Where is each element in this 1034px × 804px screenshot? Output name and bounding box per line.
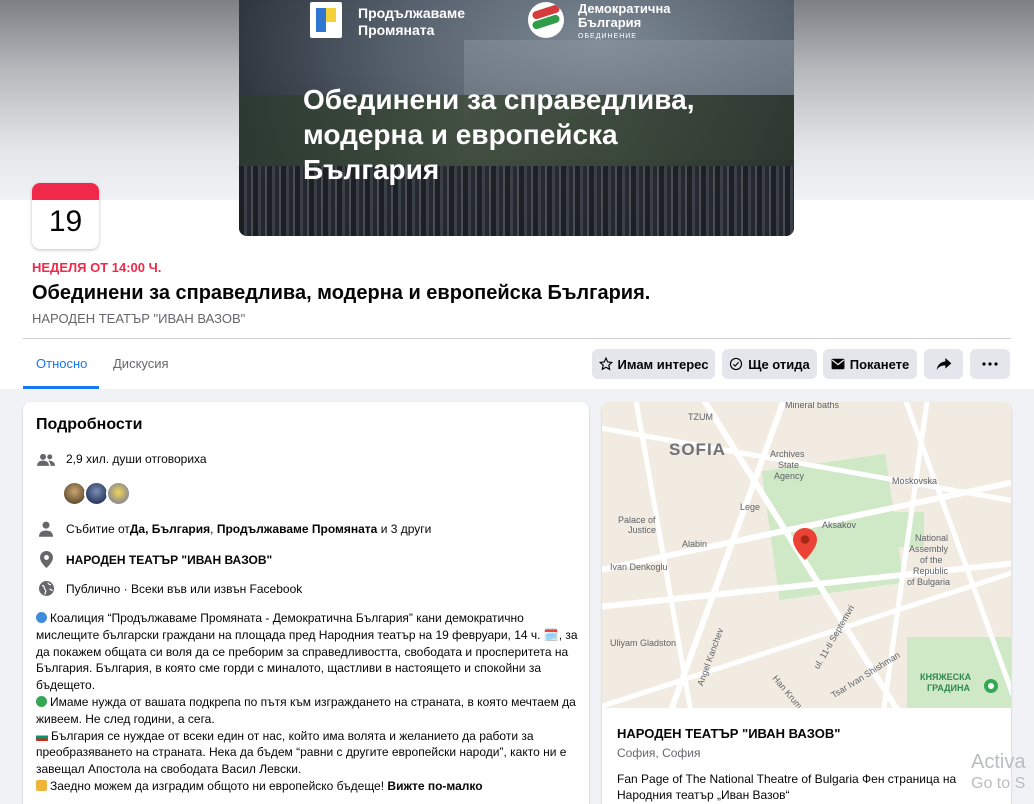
db-logo-icon [528,2,564,38]
cover-photo[interactable]: Продължаваме Промяната Демократична Бълг… [239,0,794,236]
hosts-row: Събитие от Да, България , Продължаваме П… [36,521,431,537]
tab-about[interactable]: Относно [36,356,87,371]
pp-logo-icon [310,2,342,38]
star-icon [598,357,613,371]
going-button[interactable]: Ще отида [722,349,817,379]
globe-icon [38,581,54,596]
activation-watermark: Activa Go to S [971,751,1026,792]
see-less-link[interactable]: Вижте по-малко [387,779,482,793]
venue-city: София, София [617,746,701,760]
location-map[interactable]: Mineral baths TZUM SOFIA Archives State … [602,402,1011,708]
handshake-icon [36,779,47,791]
tab-discussion[interactable]: Дискусия [113,356,169,371]
green-circle-icon [36,695,47,707]
interested-button[interactable]: Имам интерес [592,349,715,379]
responder-avatars[interactable] [62,481,131,506]
person-icon [39,521,53,537]
db-logo-text: Демократична България ОБЕДИНЕНИЕ [578,1,671,41]
calendar-icon: 19 [32,183,99,249]
invite-button[interactable]: Поканете [823,349,917,379]
venue-description: Fan Page of The National Theatre of Bulg… [617,772,957,802]
check-circle-icon [730,357,743,371]
location-row: НАРОДЕН ТЕАТЪР "ИВАН ВАЗОВ" [36,551,272,568]
other-hosts-link[interactable]: и 3 други [377,522,432,536]
venue-card: Mineral baths TZUM SOFIA Archives State … [602,402,1011,804]
share-button[interactable] [924,349,963,379]
calendar-day: 19 [48,205,83,238]
blue-circle-icon [36,612,47,623]
more-dots-icon [982,362,998,366]
tab-active-indicator [23,386,99,389]
host-pp-link[interactable]: Продължаваме Промяната [217,522,378,536]
location-link[interactable]: НАРОДЕН ТЕАТЪР "ИВАН ВАЗОВ" [66,553,272,567]
event-date: НЕДЕЛЯ ОТ 14:00 Ч. [32,260,162,275]
privacy-row: Публично · Всеки във или извън Facebook [36,581,302,596]
map-city-label: SOFIA [669,440,726,459]
location-pin-icon [39,551,53,568]
park-marker-icon [984,679,998,693]
responded-row: 2,9 хил. души отговориха [36,452,207,466]
host-da-bulgaria-link[interactable]: Да, България [130,522,210,536]
avatar[interactable] [106,481,131,506]
envelope-icon [831,358,845,370]
details-heading: Подробности [36,416,143,433]
pp-logo-text: Продължаваме Промяната [358,5,466,38]
venue-name[interactable]: НАРОДЕН ТЕАТЪР "ИВАН ВАЗОВ" [617,726,840,741]
people-icon [37,453,55,466]
header-divider [23,338,1011,339]
share-arrow-icon [936,358,951,370]
details-card: Подробности 2,9 хил. души отговориха Съб… [23,402,589,804]
event-description: Коалиция “Продължаваме Промяната - Демок… [36,611,578,793]
bulgarian-flag-icon [36,732,48,741]
more-options-button[interactable] [970,349,1010,379]
cover-title: Обединени за справедлива, модерна и евро… [303,84,695,185]
event-title: Обединени за справедлива, модерна и евро… [32,282,651,304]
map-marker-icon[interactable] [793,528,817,560]
event-venue-link[interactable]: НАРОДЕН ТЕАТЪР "ИВАН ВАЗОВ" [32,311,245,326]
